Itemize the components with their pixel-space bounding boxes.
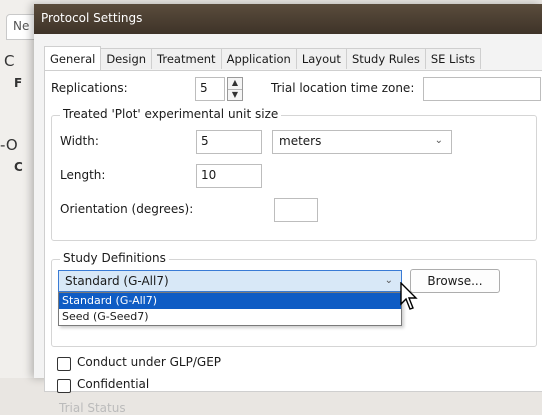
tab-study-rules[interactable]: Study Rules: [345, 48, 426, 69]
tab-design[interactable]: Design: [100, 48, 153, 69]
length-input[interactable]: 10: [196, 164, 262, 188]
study-definitions-group: Study Definitions Standard (G-All7) ⌄ Br…: [51, 251, 537, 347]
tab-strip: General Design Treatment Application Lay…: [44, 46, 482, 70]
unit-select-value: meters: [279, 134, 322, 148]
width-input[interactable]: 5: [196, 130, 262, 154]
general-tab-panel: Replications: 5 ▲ ▼ Trial location time …: [44, 70, 542, 415]
dialog-title: Protocol Settings: [41, 11, 143, 25]
spin-down-icon[interactable]: ▼: [228, 90, 242, 101]
background-text: C: [4, 52, 15, 70]
tab-treatment[interactable]: Treatment: [151, 48, 222, 69]
dialog-client-area: General Design Treatment Application Lay…: [34, 34, 542, 415]
tab-layout[interactable]: Layout: [295, 48, 347, 69]
glp-label: Conduct under GLP/GEP: [77, 355, 222, 369]
tab-se-lists[interactable]: SE Lists: [424, 48, 482, 69]
protocol-settings-dialog: Protocol Settings General Design Treatme…: [34, 4, 542, 415]
study-definitions-title: Study Definitions: [60, 251, 169, 265]
background-text: F: [14, 76, 23, 90]
glp-checkbox[interactable]: [57, 357, 71, 371]
tab-application[interactable]: Application: [220, 48, 297, 69]
replications-input[interactable]: 5: [195, 77, 225, 101]
spin-up-icon[interactable]: ▲: [228, 78, 242, 90]
width-label: Width:: [60, 134, 99, 148]
background-text: -O: [0, 136, 18, 154]
study-definition-select[interactable]: Standard (G-All7) ⌄: [58, 270, 402, 292]
study-definition-value: Standard (G-All7): [65, 274, 169, 288]
chevron-down-icon: ⌄: [384, 275, 393, 286]
trial-status-label: Trial Status: [59, 401, 126, 415]
mouse-pointer-icon: [400, 282, 418, 310]
plot-size-group: Treated 'Plot' experimental unit size Wi…: [51, 107, 537, 241]
browse-button[interactable]: Browse...: [410, 269, 500, 293]
confidential-checkbox[interactable]: [57, 379, 71, 393]
length-label: Length:: [60, 168, 106, 182]
background-text: C: [14, 160, 23, 174]
dropdown-option-seed[interactable]: Seed (G-Seed7): [59, 309, 401, 325]
confidential-label: Confidential: [77, 377, 150, 391]
orientation-input[interactable]: [274, 198, 318, 222]
timezone-label: Trial location time zone:: [271, 81, 415, 95]
study-definition-dropdown: Standard (G-All7) Seed (G-Seed7): [58, 292, 402, 326]
unit-select[interactable]: meters ⌄: [272, 130, 452, 154]
replications-label: Replications:: [51, 81, 128, 95]
timezone-input[interactable]: [423, 77, 541, 101]
chevron-down-icon: ⌄: [434, 135, 443, 146]
plot-size-group-title: Treated 'Plot' experimental unit size: [60, 107, 282, 121]
orientation-label: Orientation (degrees):: [60, 202, 194, 216]
background-tab-label: Ne: [13, 19, 30, 33]
dialog-titlebar[interactable]: Protocol Settings: [34, 4, 542, 34]
replications-spinner[interactable]: ▲ ▼: [227, 77, 243, 101]
dropdown-option-standard[interactable]: Standard (G-All7): [59, 293, 401, 309]
tab-general[interactable]: General: [44, 46, 102, 70]
